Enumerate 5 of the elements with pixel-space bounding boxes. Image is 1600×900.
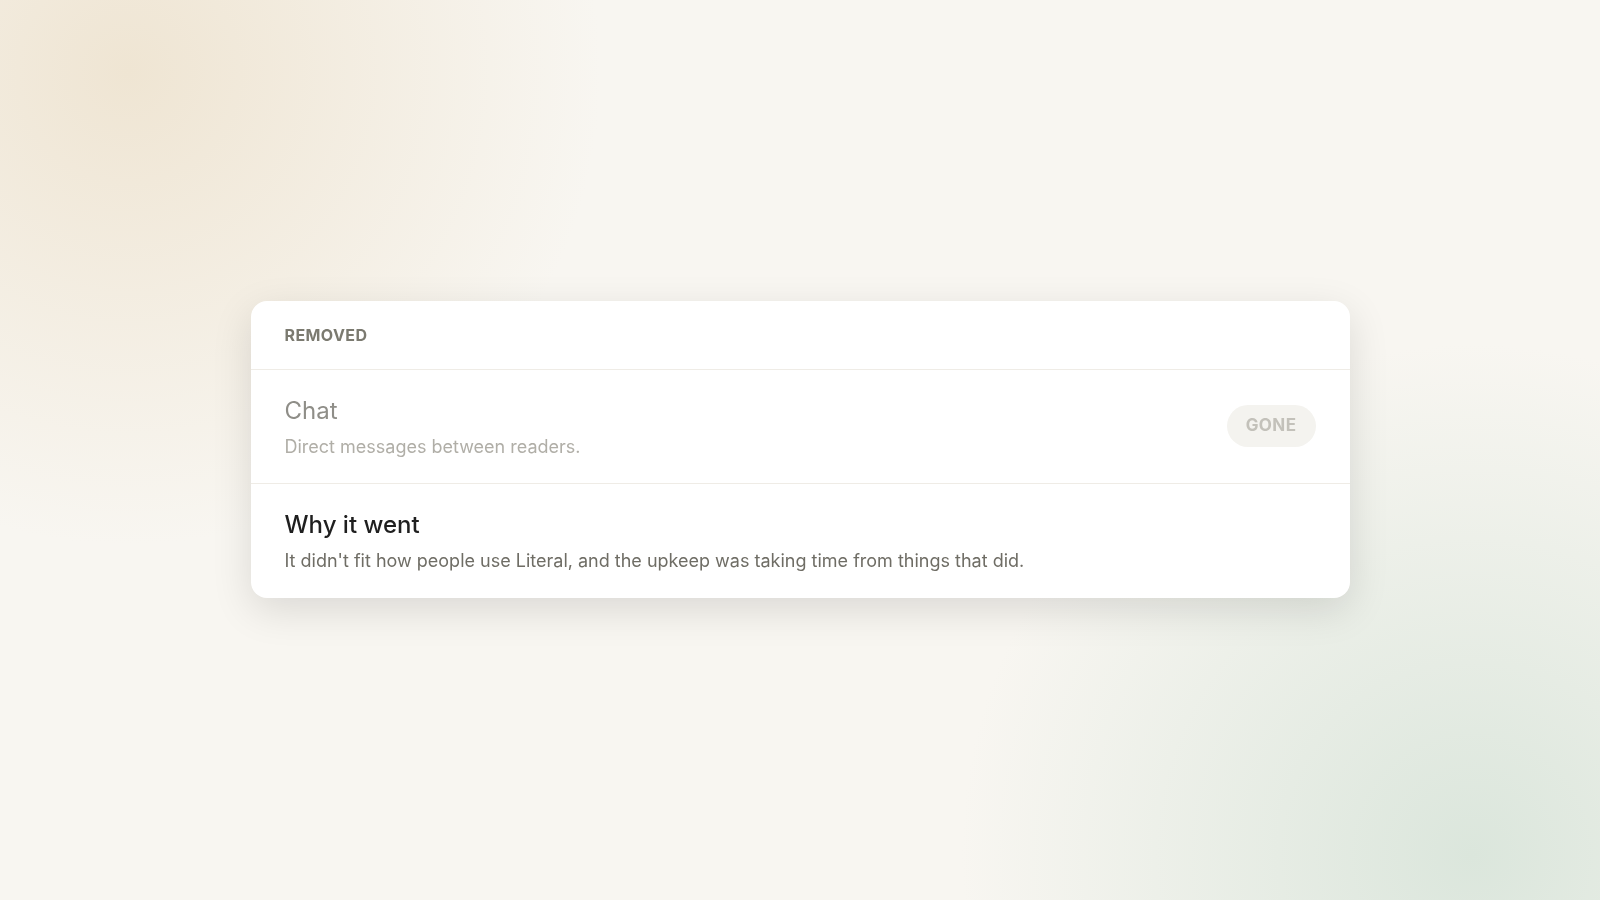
note-title: Why it went [284, 509, 421, 541]
feature-title: Chat [284, 394, 339, 427]
feature-description: Direct messages between readers. [284, 434, 581, 459]
section-heading: REMOVED [284, 323, 368, 347]
note-text: It didn't fit how people use Literal, and the upkeep was taking time from things that did. [284, 549, 1026, 573]
